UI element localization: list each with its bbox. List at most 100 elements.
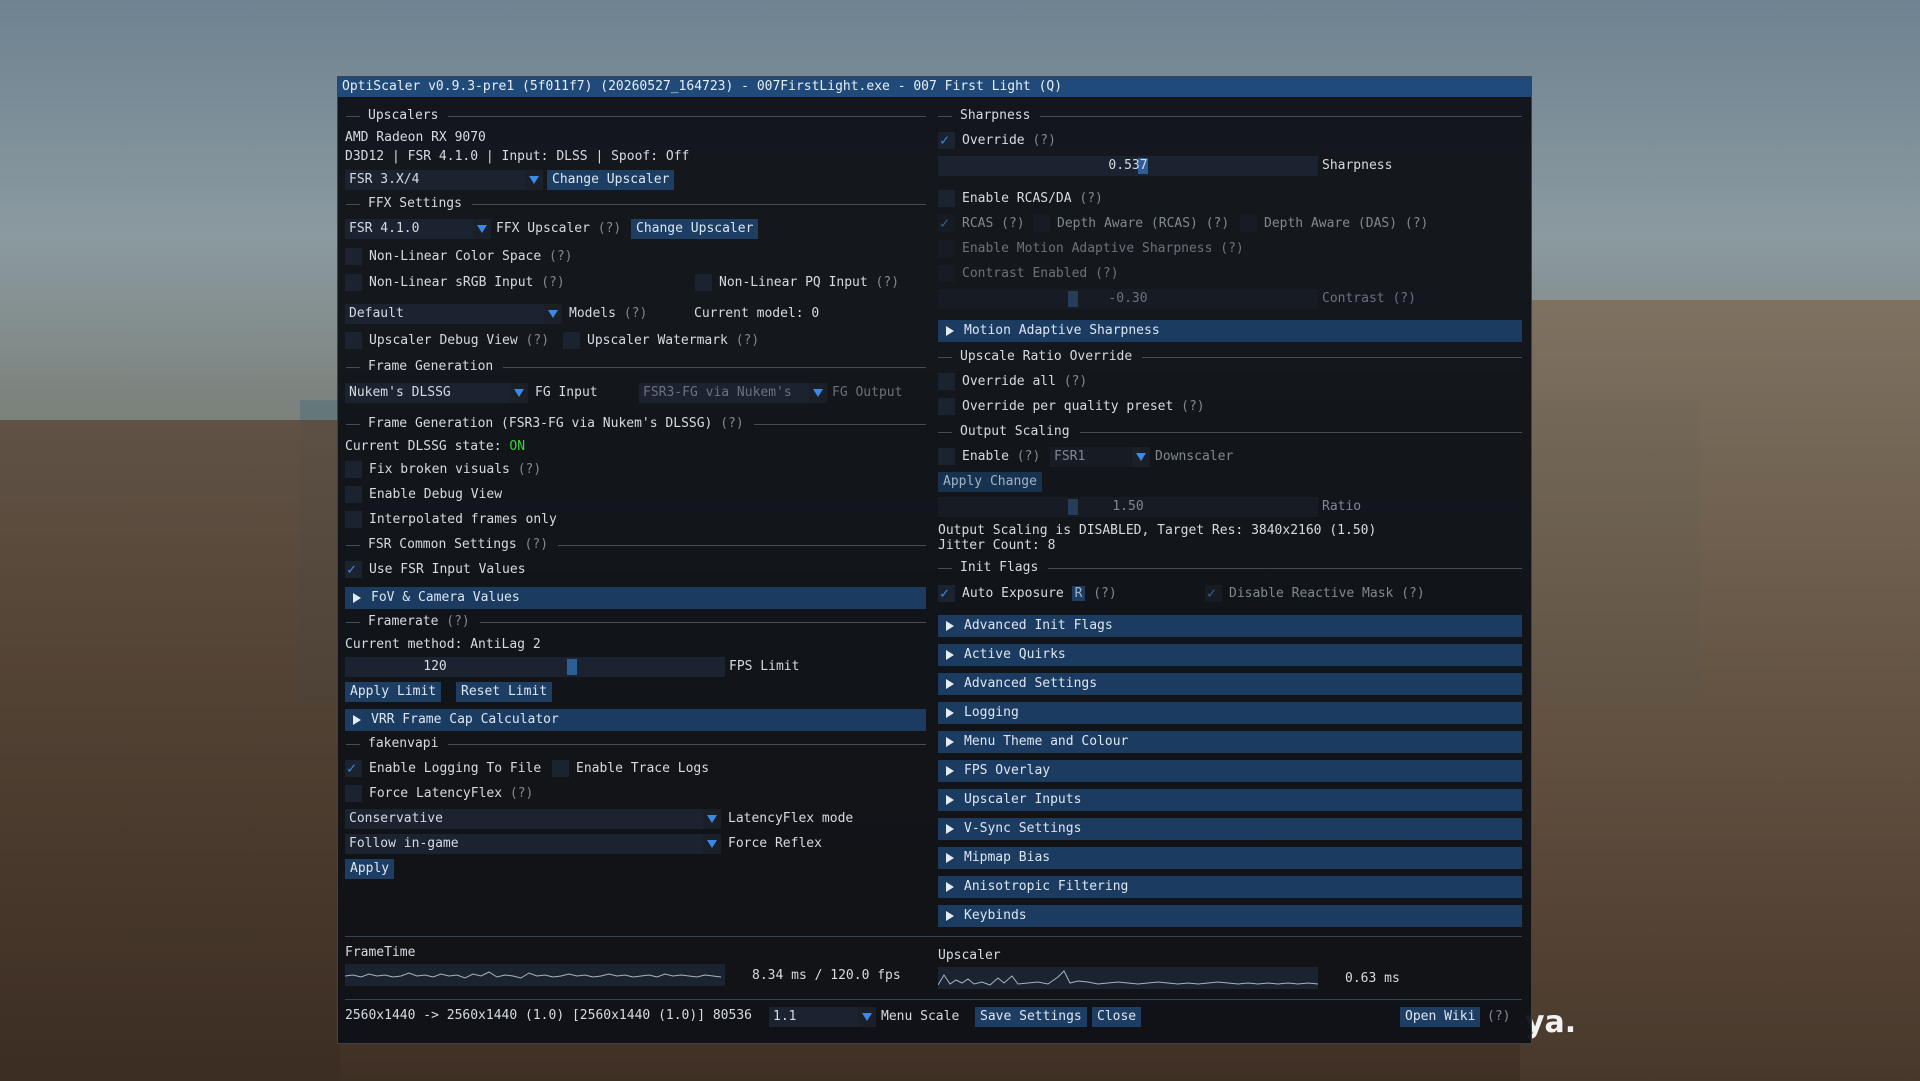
contrast-slider[interactable]: -0.30 [938, 289, 1318, 309]
vrr-calculator-header[interactable]: VRR Frame Cap Calculator [345, 709, 926, 731]
upscaler-combo[interactable]: FSR 3.X/4 [345, 170, 543, 190]
window-title[interactable]: OptiScaler v0.9.3-pre1 (5f011f7) (202605… [338, 77, 1531, 97]
frametime-value: 8.34 ms / 120.0 fps [752, 968, 901, 983]
contrast-enabled-checkbox[interactable] [938, 265, 955, 282]
collapsed-header-upscaler-inputs[interactable]: Upscaler Inputs [938, 789, 1522, 811]
ratio-override-header: Upscale Ratio Override [960, 349, 1133, 364]
change-upscaler-button[interactable]: Change Upscaler [547, 170, 675, 190]
logging-to-file-label: Enable Logging To File [369, 761, 542, 776]
footer-separator-2 [345, 999, 1522, 1000]
sharpness-slider[interactable]: 0.537 [938, 156, 1318, 176]
models-combo[interactable]: Default [345, 304, 562, 324]
collapsed-header-active-quirks[interactable]: Active Quirks [938, 644, 1522, 666]
force-reflex-combo[interactable]: Follow in-game [345, 834, 721, 854]
jitter-count: Jitter Count: 8 [938, 538, 1056, 553]
upscaler-time-graph [937, 967, 1319, 989]
override-preset-checkbox[interactable] [938, 398, 955, 415]
logging-to-file-checkbox[interactable] [345, 759, 362, 777]
apply-limit-button[interactable]: Apply Limit [345, 682, 442, 702]
debug-view-checkbox[interactable] [345, 332, 362, 349]
menu-scale-combo[interactable]: 1.1 [769, 1007, 876, 1027]
contrast-slider-grab[interactable] [1068, 291, 1078, 307]
interpolated-only-label: Interpolated frames only [369, 512, 557, 527]
collapsed-header-v-sync-settings[interactable]: V-Sync Settings [938, 818, 1522, 840]
ffx-settings-header: FFX Settings [368, 196, 462, 211]
dlssg-state-value: ON [509, 439, 526, 454]
force-latencyflex-label: Force LatencyFlex (?) [369, 786, 534, 801]
ratio-slider-grab[interactable] [1068, 499, 1078, 515]
init-flags-header: Init Flags [960, 560, 1039, 575]
override-all-checkbox[interactable] [938, 373, 955, 390]
collapsed-header-anisotropic-filtering[interactable]: Anisotropic Filtering [938, 876, 1522, 898]
menu-scale-value: 1.1 [773, 1009, 797, 1024]
downscaler-combo[interactable]: FSR1 [1050, 447, 1150, 467]
disable-reactive-checkbox[interactable] [1205, 584, 1222, 602]
use-fsr-input-label: Use FSR Input Values [369, 562, 526, 577]
fg-input-combo[interactable]: Nukem's DLSSG [345, 383, 528, 403]
fg-output-combo[interactable]: FSR3-FG via Nukem's [639, 383, 827, 403]
watermark-checkbox[interactable] [563, 332, 580, 349]
interpolated-only-checkbox[interactable] [345, 511, 362, 528]
collapsed-header-logging[interactable]: Logging [938, 702, 1522, 724]
sharpness-override-label: Override (?) [962, 133, 1056, 148]
auto-exposure-r-badge: R [1071, 586, 1086, 601]
fps-slider-grab[interactable] [567, 659, 577, 675]
collapsed-header-menu-theme-and-colour[interactable]: Menu Theme and Colour [938, 731, 1522, 753]
menu-scale-label: Menu Scale [881, 1009, 960, 1024]
use-fsr-input-checkbox[interactable] [345, 560, 362, 578]
fakenvapi-header: fakenvapi [368, 736, 439, 751]
collapsed-header-fps-overlay[interactable]: FPS Overlay [938, 760, 1522, 782]
current-model: Current model: 0 [694, 306, 820, 321]
force-latencyflex-checkbox[interactable] [345, 785, 362, 802]
non-linear-color-checkbox[interactable] [345, 248, 362, 265]
collapsed-header-advanced-init-flags[interactable]: Advanced Init Flags [938, 615, 1522, 637]
fix-broken-label: Fix broken visuals (?) [369, 462, 542, 477]
motion-adaptive-checkbox[interactable] [938, 240, 955, 257]
override-all-label: Override all (?) [962, 374, 1088, 389]
output-scaling-enable-checkbox[interactable] [938, 448, 955, 465]
apply-fakenvapi-button[interactable]: Apply [345, 859, 395, 879]
enable-rcas-checkbox[interactable] [938, 190, 955, 207]
non-linear-srgb-checkbox[interactable] [345, 274, 362, 291]
ffx-upscaler-combo[interactable]: FSR 4.1.0 [345, 219, 491, 239]
ratio-slider[interactable]: 1.50 [938, 497, 1318, 517]
open-wiki-button[interactable]: Open Wiki [1400, 1007, 1481, 1027]
ffx-change-upscaler-button[interactable]: Change Upscaler [631, 219, 759, 239]
depth-aware-das-checkbox[interactable] [1240, 215, 1257, 232]
fg-debug-view-checkbox[interactable] [345, 486, 362, 503]
fix-broken-checkbox[interactable] [345, 461, 362, 478]
latencyflex-mode-combo[interactable]: Conservative [345, 809, 721, 829]
ratio-label: Ratio [1322, 499, 1362, 514]
debug-view-label: Upscaler Debug View (?) [369, 333, 550, 348]
collapsed-header-mipmap-bias[interactable]: Mipmap Bias [938, 847, 1522, 869]
collapsed-header-advanced-settings[interactable]: Advanced Settings [938, 673, 1522, 695]
frametime-graph [344, 964, 725, 986]
apply-change-button[interactable]: Apply Change [938, 472, 1042, 492]
reset-limit-button[interactable]: Reset Limit [456, 682, 553, 702]
save-settings-button[interactable]: Save Settings [975, 1007, 1087, 1027]
contrast-enabled-label: Contrast Enabled (?) [962, 266, 1119, 281]
footer-separator [345, 936, 1522, 937]
close-button[interactable]: Close [1092, 1007, 1142, 1027]
rcas-checkbox[interactable] [938, 214, 955, 232]
frametime-plot [344, 971, 722, 979]
wiki-help: (?) [1487, 1009, 1511, 1024]
depth-aware-rcas-checkbox[interactable] [1033, 215, 1050, 232]
fov-camera-header[interactable]: FoV & Camera Values [345, 587, 926, 609]
sharpness-override-checkbox[interactable] [938, 131, 955, 149]
non-linear-pq-checkbox[interactable] [695, 274, 712, 291]
auto-exposure-checkbox[interactable] [938, 584, 955, 602]
upscalers-header: Upscalers [368, 108, 439, 123]
trace-logs-checkbox[interactable] [552, 760, 569, 777]
upscaler-time-plot [937, 970, 1319, 986]
non-linear-srgb-label: Non-Linear sRGB Input (?) [369, 275, 565, 290]
framerate-section: Framerate (?) [346, 613, 926, 631]
fps-limit-slider[interactable]: 120 [345, 657, 725, 677]
depth-aware-das-label: Depth Aware (DAS) (?) [1264, 216, 1429, 231]
chevron-down-icon [1132, 447, 1150, 467]
sharpness-slider-label: Sharpness [1322, 158, 1393, 173]
motion-adaptive-header[interactable]: Motion Adaptive Sharpness [938, 320, 1522, 342]
fg-input-combo-value: Nukem's DLSSG [349, 385, 451, 400]
collapsed-header-keybinds[interactable]: Keybinds [938, 905, 1522, 927]
fsr-common-section: FSR Common Settings (?) [346, 536, 926, 554]
